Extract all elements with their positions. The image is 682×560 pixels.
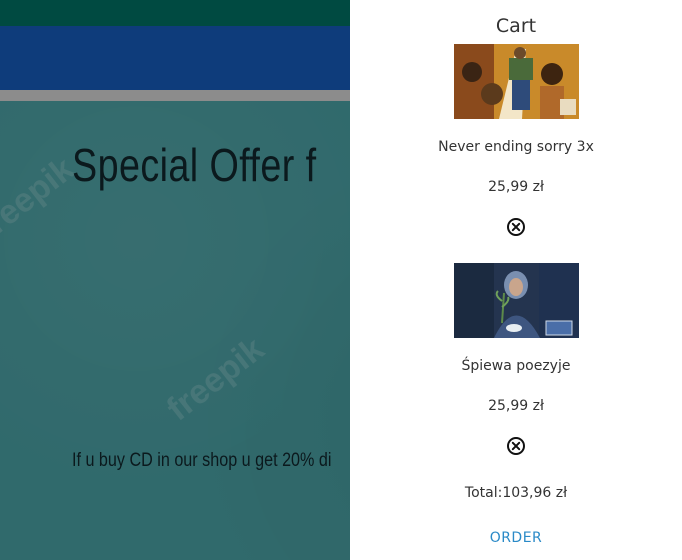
album-cover-image [454,263,579,338]
cart-title: Cart [495,15,537,37]
cart-item-name: Śpiewa poezyje [461,358,571,374]
order-button[interactable]: ORDER [476,530,556,546]
album-cover-image [454,44,579,119]
cart-total: Total:103,96 zł [464,485,568,501]
cart-item-price: 25,99 zł [488,398,544,414]
cart-item-name: Never ending sorry 3x [438,139,594,155]
remove-item-button[interactable] [506,436,526,456]
remove-item-button[interactable] [506,217,526,237]
cart-item-price: 25,99 zł [488,179,544,195]
cart-drawer: Cart Never ending sorry 3x 25,99 zł Śpie… [350,0,682,560]
close-circle-icon [507,437,525,455]
close-circle-icon [507,218,525,236]
